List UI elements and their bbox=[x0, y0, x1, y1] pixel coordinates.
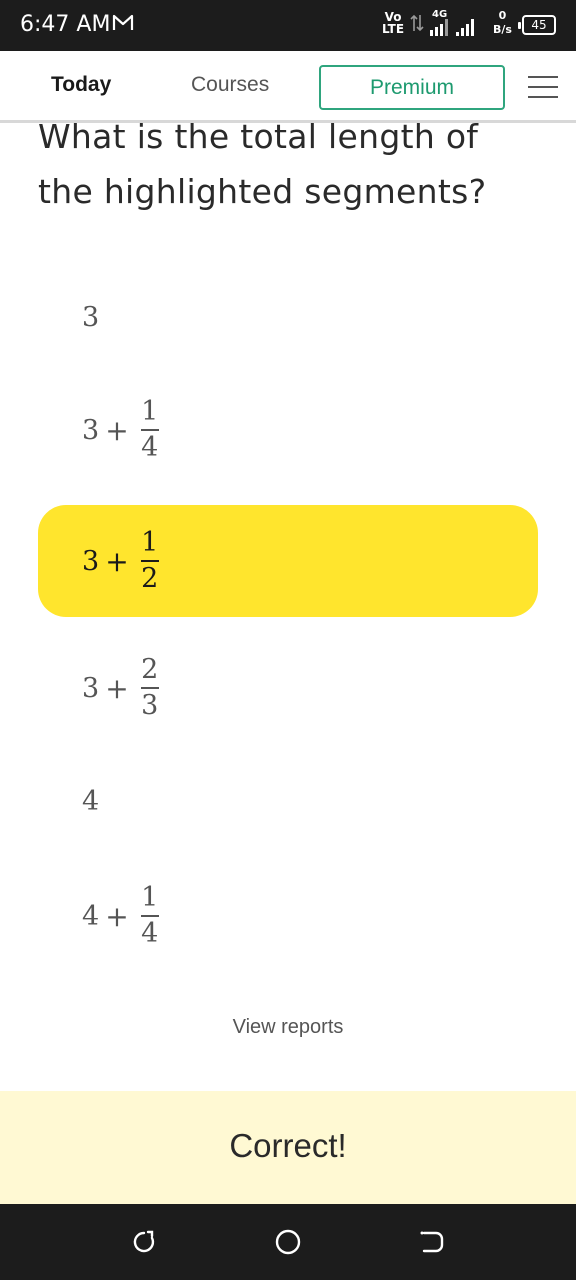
option-math: 4 bbox=[82, 745, 105, 857]
recents-icon[interactable] bbox=[128, 1226, 160, 1258]
option-math: 3 + 2 3 bbox=[82, 632, 159, 744]
feedback-banner: Correct! bbox=[0, 1091, 576, 1204]
option-whole: 4 bbox=[82, 785, 100, 817]
question-text: What is the total length of the highligh… bbox=[38, 117, 487, 211]
speed-value: 0 bbox=[498, 9, 507, 22]
volte-bottom-label: LTE bbox=[382, 22, 405, 36]
fraction-denominator: 4 bbox=[141, 918, 159, 949]
option-plus: + bbox=[105, 671, 129, 705]
answer-option[interactable]: 4 bbox=[38, 745, 538, 857]
fraction-bar bbox=[140, 429, 159, 431]
option-fraction: 1 4 bbox=[140, 396, 159, 463]
option-whole: 4 bbox=[82, 900, 100, 932]
fraction-denominator: 2 bbox=[141, 563, 159, 594]
gmail-icon bbox=[112, 14, 134, 37]
speed-unit: B/s bbox=[493, 23, 512, 36]
fraction-bar bbox=[140, 687, 159, 689]
fraction-denominator: 4 bbox=[141, 432, 159, 463]
status-time: 6:47 AM bbox=[20, 12, 111, 37]
battery-level: 45 bbox=[531, 18, 547, 32]
option-whole: 3 bbox=[82, 545, 100, 577]
option-fraction: 2 3 bbox=[140, 654, 159, 721]
view-reports-link[interactable]: View reports bbox=[0, 1016, 576, 1039]
screen: 6:47 AM Vo LTE 4G 0 B/s 45 Today Courses… bbox=[0, 0, 576, 1280]
navigation-bar bbox=[0, 1204, 576, 1280]
fraction-numerator: 1 bbox=[141, 527, 159, 558]
hamburger-menu-icon[interactable] bbox=[528, 76, 558, 100]
option-math: 3 + 1 4 bbox=[82, 374, 159, 486]
option-math: 4 + 1 4 bbox=[82, 860, 159, 972]
menu-line bbox=[528, 96, 558, 98]
fraction-numerator: 1 bbox=[141, 396, 159, 427]
status-bar: 6:47 AM Vo LTE 4G 0 B/s 45 bbox=[0, 0, 576, 51]
volte-indicator: Vo LTE bbox=[382, 11, 404, 35]
network-speed: 0 B/s bbox=[493, 9, 512, 37]
answer-option[interactable]: 3 + 2 3 bbox=[38, 632, 538, 744]
fraction-numerator: 2 bbox=[141, 654, 159, 685]
option-math: 3 bbox=[82, 261, 105, 373]
answer-option[interactable]: 3 bbox=[38, 261, 538, 373]
home-icon[interactable] bbox=[272, 1226, 304, 1258]
tab-courses[interactable]: Courses bbox=[191, 73, 269, 97]
app-header: Today Courses Premium bbox=[0, 51, 576, 123]
menu-line bbox=[528, 76, 558, 78]
feedback-text: Correct! bbox=[229, 1127, 347, 1164]
option-plus: + bbox=[105, 899, 129, 933]
option-whole: 3 bbox=[82, 414, 100, 446]
menu-line bbox=[528, 86, 558, 88]
fraction-bar bbox=[140, 915, 159, 917]
data-arrows-icon bbox=[410, 14, 424, 37]
answer-option[interactable]: 4 + 1 4 bbox=[38, 860, 538, 972]
option-math: 3 + 1 2 bbox=[82, 505, 159, 617]
option-whole: 3 bbox=[82, 672, 100, 704]
answer-option-selected[interactable]: 3 + 1 2 bbox=[38, 505, 538, 617]
option-fraction: 1 4 bbox=[140, 882, 159, 949]
option-plus: + bbox=[105, 413, 129, 447]
battery-icon: 45 bbox=[518, 15, 556, 35]
fraction-numerator: 1 bbox=[141, 882, 159, 913]
signal-icon bbox=[428, 16, 488, 43]
tab-today[interactable]: Today bbox=[51, 73, 111, 97]
back-icon[interactable] bbox=[416, 1226, 448, 1258]
answer-option[interactable]: 3 + 1 4 bbox=[38, 374, 538, 486]
fraction-denominator: 3 bbox=[141, 690, 159, 721]
fraction-bar bbox=[140, 560, 159, 562]
option-whole: 3 bbox=[82, 301, 100, 333]
premium-button[interactable]: Premium bbox=[319, 65, 505, 110]
option-fraction: 1 2 bbox=[140, 527, 159, 594]
option-plus: + bbox=[105, 544, 129, 578]
